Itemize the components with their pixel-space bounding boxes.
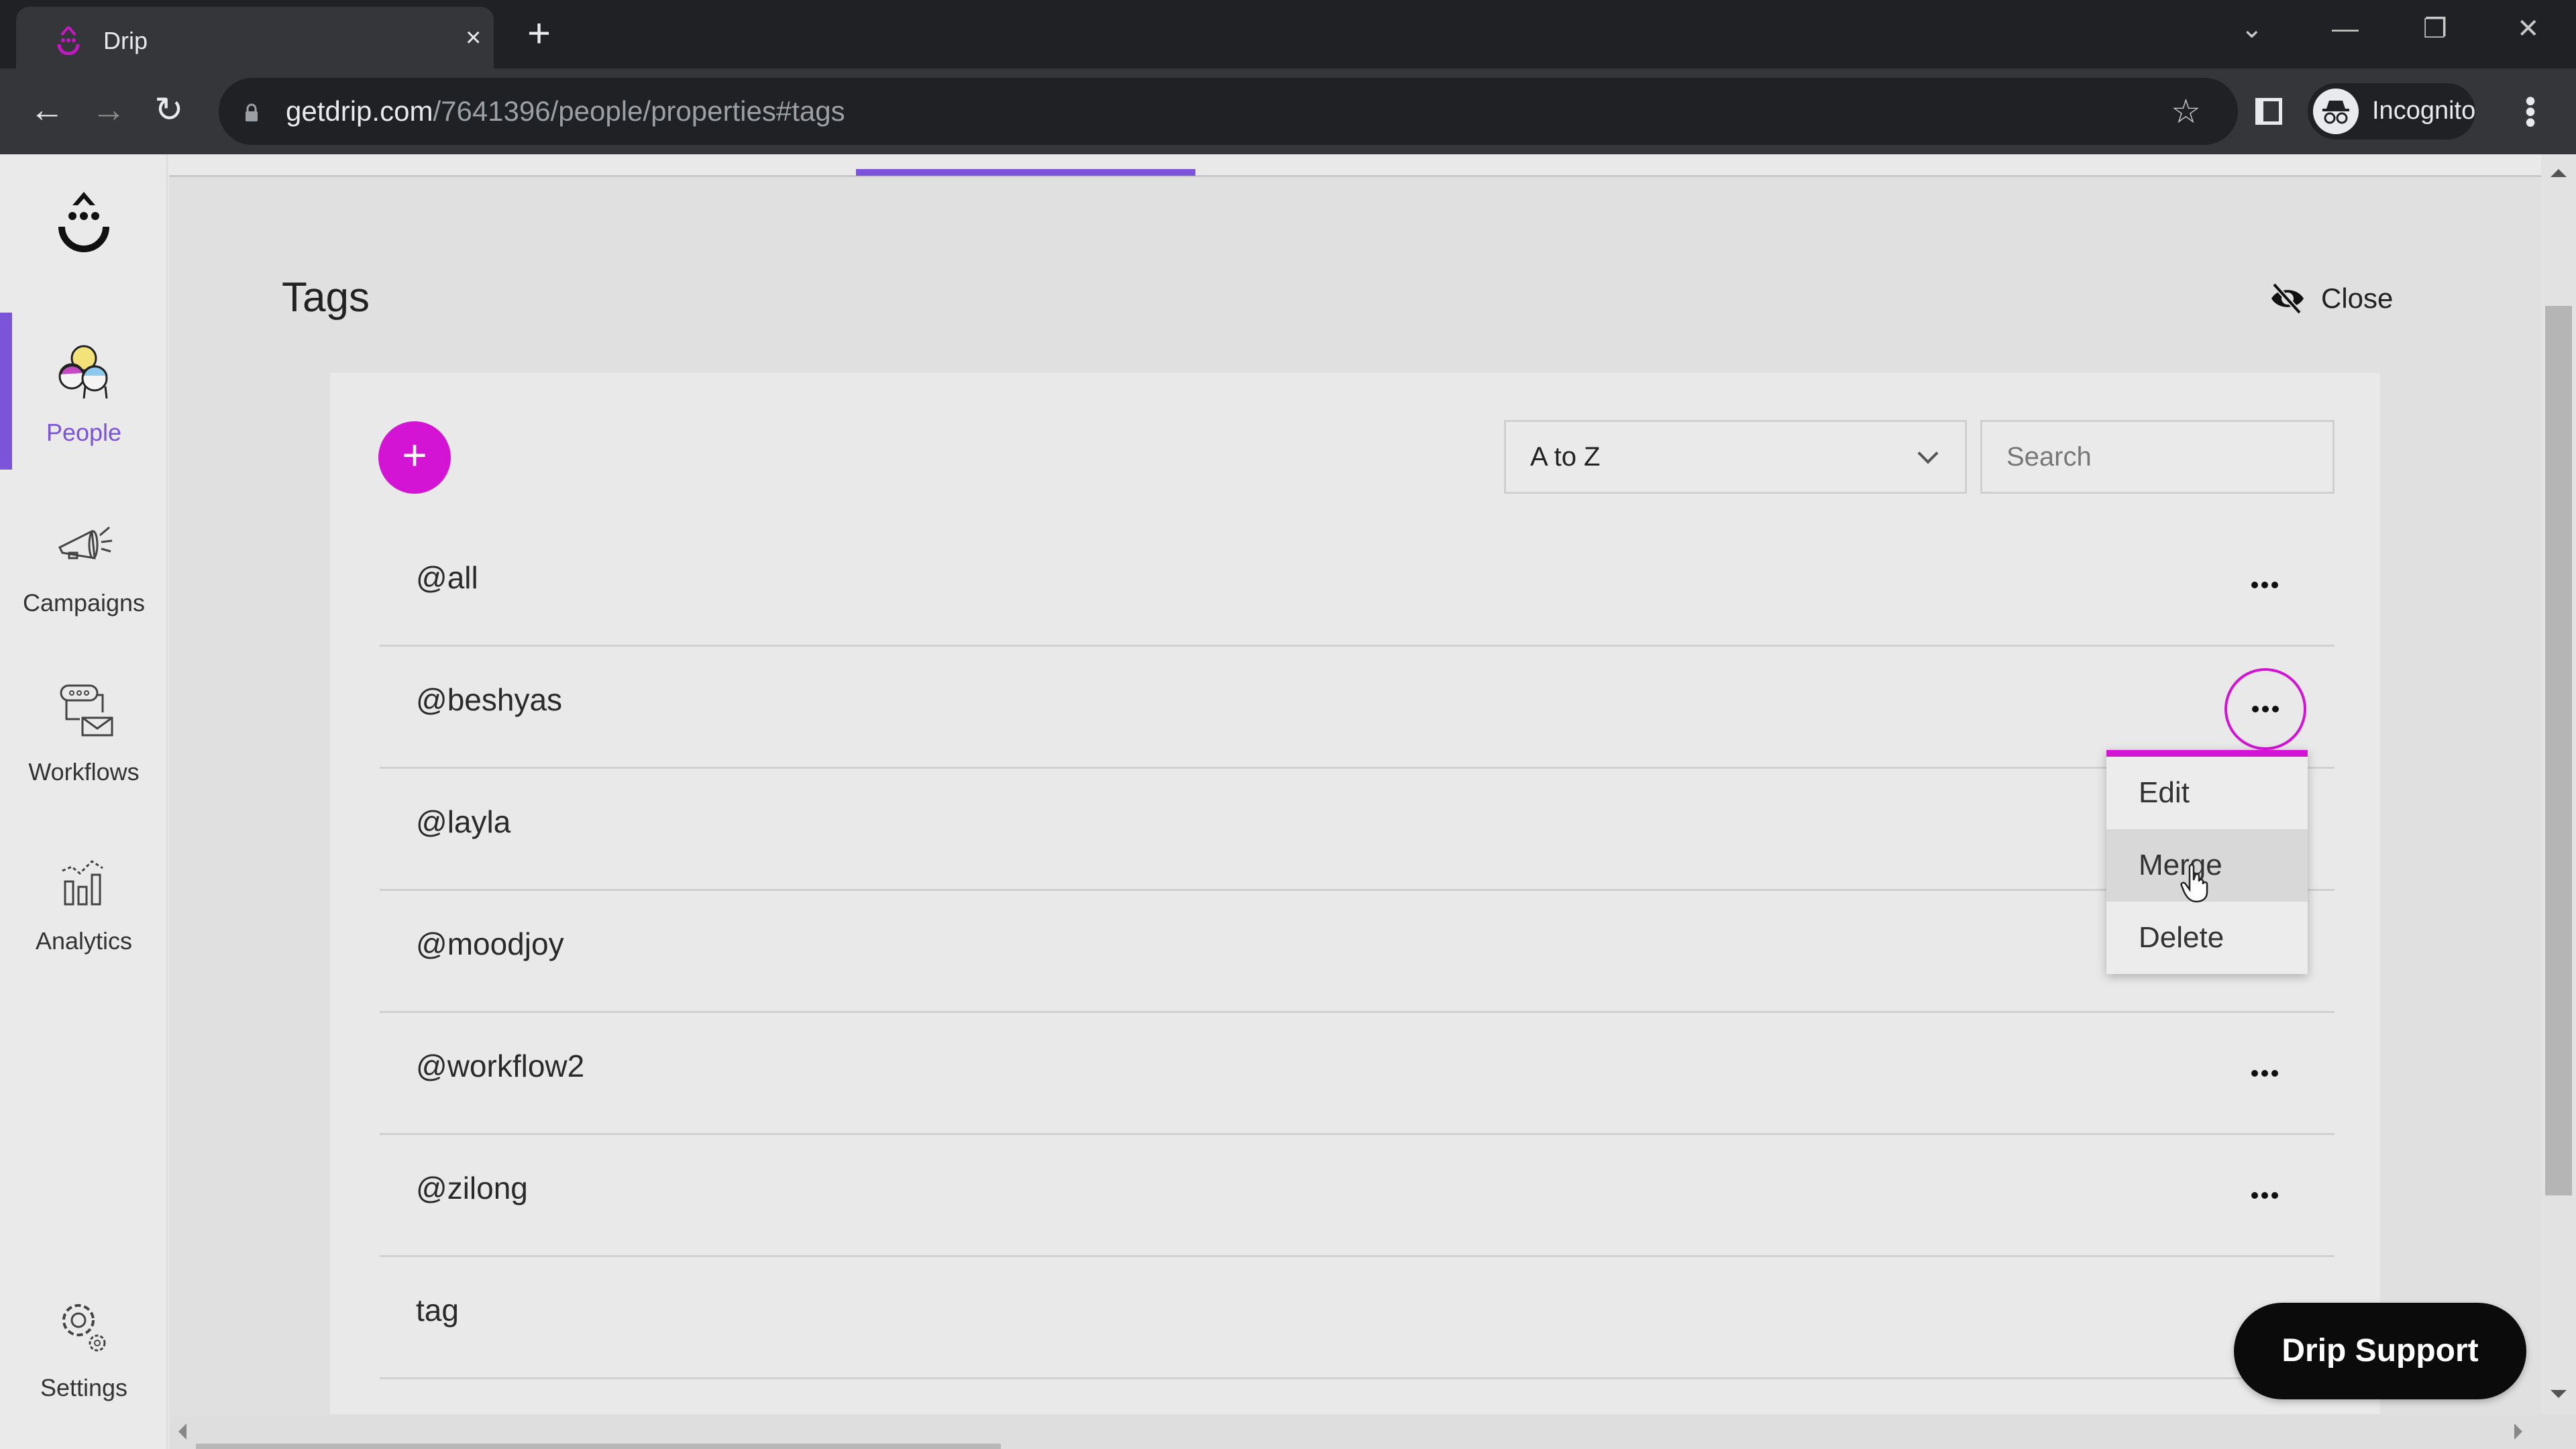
scroll-down-icon[interactable] [2551,1390,2567,1398]
close-button[interactable]: Close [2269,275,2393,322]
vertical-scroll-thumb[interactable] [2545,306,2572,1195]
address-bar[interactable]: getdrip.com/7641396/people/properties#ta… [219,78,2238,145]
more-options-icon[interactable] [2245,1055,2285,1092]
drip-support-button[interactable]: Drip Support [2234,1303,2526,1399]
tag-name: tag [416,1293,459,1328]
tag-row[interactable]: @all [380,525,2334,647]
tag-name: @layla [416,804,511,839]
hand-cursor-icon [2180,863,2208,903]
tag-list: @all @beshyas @layla @moodjoy @workflow2… [380,525,2334,1379]
scroll-right-icon[interactable] [2514,1424,2522,1440]
horizontal-scrollbar[interactable] [169,1414,2576,1449]
tab-search-icon[interactable]: ⌄ [2241,12,2263,46]
tag-row[interactable]: @beshyas [380,647,2334,769]
vertical-scrollbar[interactable] [2541,154,2576,1414]
drip-favicon-icon [57,25,80,55]
sidebar-item-analytics[interactable]: Analytics [0,848,168,1002]
sidebar-item-label: People [46,419,122,446]
close-label: Close [2321,282,2394,314]
url-text: getdrip.com/7641396/people/properties#ta… [286,95,845,127]
more-options-icon[interactable] [2245,1177,2285,1214]
tag-name: @beshyas [416,682,563,717]
sidebar-item-label: Analytics [35,927,133,955]
megaphone-icon [58,526,113,559]
scroll-up-icon[interactable] [2551,169,2567,177]
sidebar-item-workflows[interactable]: Workflows [0,679,168,833]
url-path: /7641396/people/properties#tags [433,95,845,127]
browser-toolbar: ← → ↻ getdrip.com/7641396/people/propert… [0,68,2576,154]
browser-tab-bar: Drip × + ⌄ — ❐ ✕ [0,0,2576,68]
tab-title: Drip [103,27,148,54]
sidebar-item-people[interactable]: People [0,339,168,494]
tag-name: @workflow2 [416,1049,585,1083]
tag-name: @moodjoy [416,926,564,961]
property-tabs [169,154,2541,177]
tag-name: @all [416,560,478,595]
bookmark-star-icon[interactable]: ☆ [2171,91,2201,131]
sidebar-item-campaigns[interactable]: Campaigns [0,510,168,664]
sort-select[interactable]: A to Z [1504,420,1967,494]
tag-row[interactable]: @moodjoy [380,891,2334,1013]
app-sidebar: People Campaigns Workflows Analytics Set… [0,154,168,1449]
analytics-icon [62,860,103,906]
browser-tab[interactable]: Drip × [16,7,494,68]
chevron-down-icon [1917,443,1939,464]
sidebar-item-label: Settings [40,1374,128,1401]
drip-logo-icon[interactable] [54,189,114,263]
url-host: getdrip.com [286,95,433,127]
sidebar-item-label: Workflows [28,758,140,786]
sidebar-item-settings[interactable]: Settings [0,1295,168,1449]
tags-card: + A to Z @all @beshyas @layla @moodjoy @… [330,373,2380,1419]
tag-actions-menu: Edit Merge Delete [2106,750,2308,974]
forward-icon[interactable]: → [91,89,126,131]
more-options-icon[interactable] [2224,668,2306,750]
more-options-icon[interactable] [2245,566,2285,604]
reload-icon[interactable]: ↻ [154,89,184,131]
incognito-profile-button[interactable]: Incognito [2308,83,2475,140]
workflow-icon [60,684,113,737]
minimize-icon[interactable]: — [2332,12,2359,46]
gear-icon [62,1304,106,1352]
menu-item-delete[interactable]: Delete [2106,902,2308,974]
people-icon [58,345,108,399]
tag-row[interactable]: @layla [380,769,2334,891]
page-title: Tags [282,274,370,321]
new-tab-button[interactable]: + [527,13,551,54]
lock-icon [246,103,258,121]
tag-name: @zilong [416,1171,528,1205]
window-close-icon[interactable]: ✕ [2517,12,2540,46]
tag-row[interactable]: tag [380,1257,2334,1379]
back-icon[interactable]: ← [30,89,64,131]
eye-slash-icon [2271,282,2304,315]
sort-selected-value: A to Z [1530,442,1601,472]
scroll-left-icon[interactable] [178,1424,186,1440]
tag-row[interactable]: @workflow2 [380,1013,2334,1135]
side-panel-icon[interactable] [2255,98,2282,125]
browser-menu-icon[interactable]: • • • [2524,85,2537,138]
restore-icon[interactable]: ❐ [2423,12,2447,46]
sidebar-item-label: Campaigns [22,589,146,616]
search-input[interactable] [1980,420,2334,494]
horizontal-scroll-thumb[interactable] [196,1444,1001,1449]
menu-item-edit[interactable]: Edit [2106,757,2308,829]
active-tab-indicator [856,169,1195,176]
incognito-icon [2313,89,2359,134]
add-tag-button[interactable]: + [378,421,451,494]
profile-label: Incognito [2372,97,2476,125]
tag-row[interactable]: @zilong [380,1135,2334,1257]
tab-close-icon[interactable]: × [466,23,481,52]
